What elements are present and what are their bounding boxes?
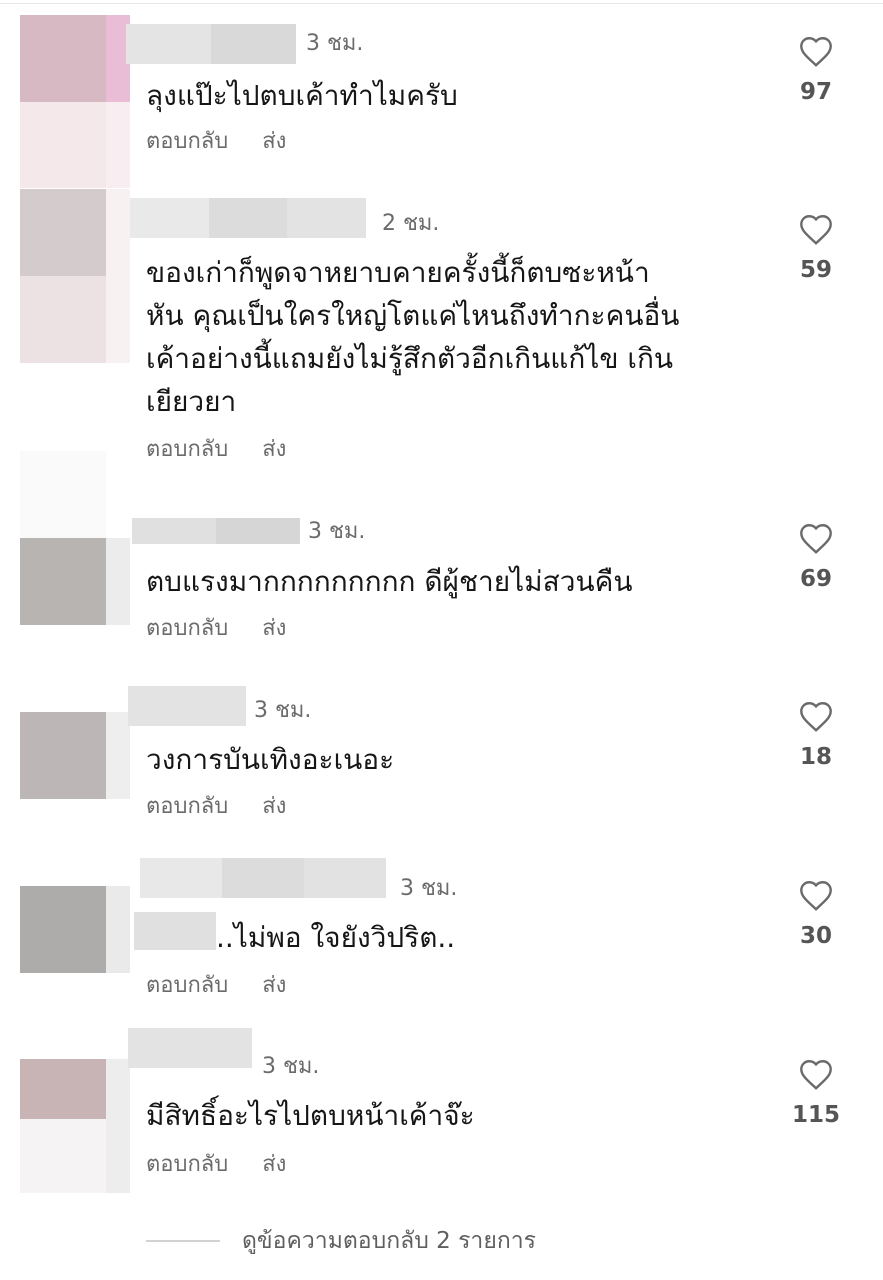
view-replies-divider (146, 1240, 220, 1242)
comment-actions: ตอบกลับ ส่ง (146, 793, 286, 821)
like-count: 97 (799, 79, 832, 105)
username-blurred[interactable] (128, 686, 246, 726)
reply-button[interactable]: ตอบกลับ (146, 973, 228, 998)
comment-actions: ตอบกลับ ส่ง (146, 436, 286, 464)
like-count: 30 (799, 923, 832, 949)
username-blurred[interactable] (126, 24, 296, 64)
avatar-edge (106, 886, 130, 973)
username-blurred[interactable] (130, 198, 367, 238)
username-blurred[interactable] (128, 1028, 252, 1068)
comment-time: 3 ชม. (254, 698, 312, 723)
avatar[interactable] (20, 973, 106, 1193)
view-replies-button[interactable]: ดูข้อความตอบกลับ 2 รายการ (146, 1226, 536, 1256)
view-replies-label: ดูข้อความตอบกลับ 2 รายการ (242, 1228, 537, 1254)
comment-time: 2 ชม. (382, 211, 440, 236)
comment-text: มีสิทธิ์อะไรไปตบหน้าเค้าจ๊ะ (146, 1099, 475, 1132)
avatar[interactable] (20, 15, 106, 188)
comment-text: ลุงแป๊ะไปตบเค้าทำไมครับ (146, 79, 458, 112)
heart-outline-icon[interactable] (798, 1057, 834, 1091)
comment-actions: ตอบกลับ ส่ง (146, 615, 286, 643)
like-control: 69 (786, 521, 846, 593)
comment-actions: ตอบกลับ ส่ง (146, 128, 286, 156)
avatar[interactable] (20, 189, 106, 363)
comment-time: 3 ชม. (306, 31, 364, 56)
avatar-edge (106, 102, 130, 188)
like-count: 115 (791, 1102, 840, 1128)
send-button[interactable]: ส่ง (262, 793, 286, 821)
reply-button[interactable]: ตอบกลับ (146, 1152, 228, 1177)
avatar-edge (106, 1059, 130, 1193)
comment-text: วงการบันเทิงอะเนอะ (146, 743, 395, 776)
like-control: 30 (786, 878, 846, 950)
like-control: 18 (786, 699, 846, 771)
mention-blurred[interactable] (134, 912, 216, 950)
username-blurred[interactable] (140, 858, 386, 898)
comment-text: ตบแรงมากกกกกกกกก ดีผู้ชายไม่สวนคืน (146, 565, 633, 598)
heart-outline-icon[interactable] (798, 212, 834, 246)
like-count: 69 (799, 566, 832, 592)
avatar-edge (106, 189, 130, 363)
heart-outline-icon[interactable] (798, 878, 834, 912)
heart-outline-icon[interactable] (798, 699, 834, 733)
send-button[interactable]: ส่ง (262, 436, 286, 464)
comment-time: 3 ชม. (400, 876, 458, 901)
comment-text: ..ไม่พอ ใจยังวิปริต.. (216, 921, 456, 954)
like-control: 115 (786, 1057, 846, 1129)
send-button[interactable]: ส่ง (262, 615, 286, 643)
send-button[interactable]: ส่ง (262, 972, 286, 1000)
send-button[interactable]: ส่ง (262, 1151, 286, 1179)
username-blurred[interactable] (132, 518, 300, 544)
like-count: 18 (799, 744, 832, 770)
like-control: 59 (786, 212, 846, 284)
top-divider (0, 3, 883, 4)
reply-button[interactable]: ตอบกลับ (146, 616, 228, 641)
reply-button[interactable]: ตอบกลับ (146, 794, 228, 819)
comment-time: 3 ชม. (262, 1054, 320, 1079)
heart-outline-icon[interactable] (798, 34, 834, 68)
avatar-edge (106, 538, 130, 625)
reply-button[interactable]: ตอบกลับ (146, 129, 228, 154)
heart-outline-icon[interactable] (798, 521, 834, 555)
comment-actions: ตอบกลับ ส่ง (146, 1151, 286, 1179)
like-control: 97 (786, 34, 846, 106)
avatar[interactable] (20, 625, 106, 799)
comment-text: ของเก่าก็พูดจาหยาบคายครั้งนี้ก็ตบซะหน้า … (146, 256, 680, 418)
like-count: 59 (799, 257, 832, 283)
reply-button[interactable]: ตอบกลับ (146, 437, 228, 462)
send-button[interactable]: ส่ง (262, 128, 286, 156)
avatar-edge (106, 712, 130, 799)
avatar[interactable] (20, 799, 106, 973)
comment-time: 3 ชม. (308, 519, 366, 544)
avatar[interactable] (20, 451, 106, 625)
comment-actions: ตอบกลับ ส่ง (146, 972, 286, 1000)
